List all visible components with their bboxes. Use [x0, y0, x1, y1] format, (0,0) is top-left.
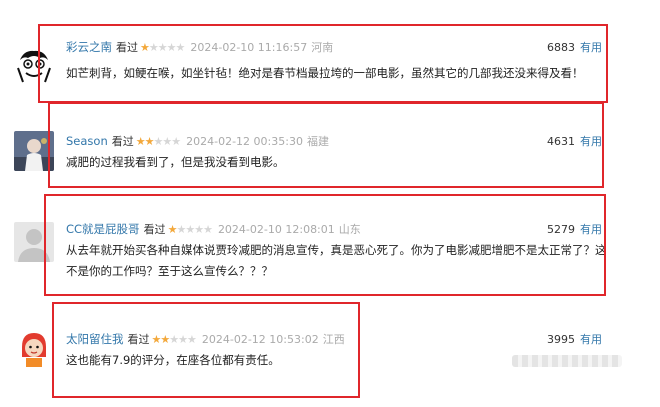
avatar-cartoon-girl-icon: [14, 327, 54, 367]
review-meta: CC就是屁股哥 看过 ★ ★ ★ ★ ★ 2024-02-10 12:08:01 山东: [66, 220, 361, 238]
useful-button[interactable]: 有用: [580, 221, 602, 237]
star-filled-icon: ★: [144, 134, 155, 148]
vote-count: 6883: [547, 40, 575, 54]
star-empty-icon: ★: [148, 40, 159, 54]
star-empty-icon: ★: [162, 134, 172, 148]
username-link[interactable]: 彩云之南: [66, 39, 112, 55]
default-avatar-icon: [14, 222, 54, 262]
star-empty-icon: ★: [178, 332, 188, 346]
review-time: 2024-02-12 00:35:30: [186, 134, 303, 148]
watched-label: 看过: [116, 41, 138, 54]
rating-stars: ★ ★ ★ ★ ★: [151, 332, 197, 346]
vote-area: 6883 有用: [547, 38, 602, 56]
star-empty-icon: ★: [169, 332, 179, 346]
star-filled-icon: ★: [135, 134, 146, 148]
vote-area: 4631 有用: [547, 132, 602, 150]
username-link[interactable]: 太阳留住我: [66, 331, 124, 347]
vote-count: 4631: [547, 134, 575, 148]
star-filled-icon: ★: [160, 332, 170, 346]
review-content: 减肥的过程我看到了，但是我没看到电影。: [66, 155, 285, 169]
star-empty-icon: ★: [194, 222, 204, 236]
useful-button[interactable]: 有用: [580, 39, 602, 55]
watched-label: 看过: [143, 223, 166, 236]
review-location: 河南: [311, 41, 334, 54]
star-empty-icon: ★: [153, 134, 164, 148]
username-link[interactable]: CC就是屁股哥: [66, 221, 140, 237]
watched-label: 看过: [111, 135, 134, 148]
avatar[interactable]: [14, 222, 54, 262]
avatar-cartoon-icon: [14, 44, 54, 84]
review-time: 2024-02-12 10:53:02: [201, 332, 319, 346]
useful-button[interactable]: 有用: [580, 331, 602, 347]
vote-area: 3995 有用: [547, 330, 602, 348]
blurred-watermark: [512, 355, 622, 367]
useful-button[interactable]: 有用: [580, 133, 602, 149]
avatar[interactable]: [14, 44, 54, 84]
star-empty-icon: ★: [171, 134, 181, 148]
review-content: 从去年就开始买各种自媒体说贾玲减肥的消息宣传，真是恶心死了。你为了电影减肥增肥不…: [66, 240, 612, 282]
review-time: 2024-02-10 11:16:57: [190, 40, 308, 54]
vote-count: 5279: [547, 222, 575, 236]
star-empty-icon: ★: [166, 40, 177, 54]
star-empty-icon: ★: [157, 40, 168, 54]
review-meta: Season 看过 ★ ★ ★ ★ ★ 2024-02-12 00:35:30 福建: [66, 132, 329, 150]
avatar-photo-icon: [14, 131, 54, 171]
rating-stars: ★ ★ ★ ★ ★: [140, 40, 186, 54]
review-content-line: 从去年就开始买各种自媒体说贾玲减肥的消息宣传，真是恶心死了。你为了电影减肥增肥不…: [66, 243, 607, 257]
vote-area: 5279 有用: [547, 220, 602, 238]
star-empty-icon: ★: [175, 40, 186, 54]
review-content: 如芒刺背，如鲠在喉，如坐针毡！绝对是春节档最拉垮的一部电影，虽然其它的几部我还没…: [66, 66, 584, 80]
star-empty-icon: ★: [185, 222, 195, 236]
rating-stars: ★ ★ ★ ★ ★: [167, 222, 213, 236]
star-empty-icon: ★: [187, 332, 197, 346]
review-meta: 彩云之南 看过 ★ ★ ★ ★ ★ 2024-02-10 11:16:57 河南: [66, 38, 333, 56]
avatar[interactable]: [14, 131, 54, 171]
username-link[interactable]: Season: [66, 134, 108, 148]
review-location: 山东: [338, 223, 361, 236]
star-filled-icon: ★: [151, 332, 162, 346]
avatar[interactable]: [14, 327, 54, 367]
vote-count: 3995: [547, 332, 575, 346]
review-meta: 太阳留住我 看过 ★ ★ ★ ★ ★ 2024-02-12 10:53:02 江西: [66, 330, 345, 348]
review-location: 江西: [322, 333, 345, 346]
star-filled-icon: ★: [167, 222, 178, 236]
rating-stars: ★ ★ ★ ★ ★: [135, 134, 181, 148]
review-content: 这也能有7.9的评分，在座各位都有责任。: [66, 353, 280, 367]
star-empty-icon: ★: [176, 222, 186, 236]
star-empty-icon: ★: [203, 222, 213, 236]
review-time: 2024-02-10 12:08:01: [217, 222, 335, 236]
watched-label: 看过: [127, 333, 150, 346]
review-content-line: 不是你的工作吗？至于这么宣传么？？？: [66, 264, 273, 278]
review-location: 福建: [306, 135, 329, 148]
star-filled-icon: ★: [140, 40, 150, 54]
